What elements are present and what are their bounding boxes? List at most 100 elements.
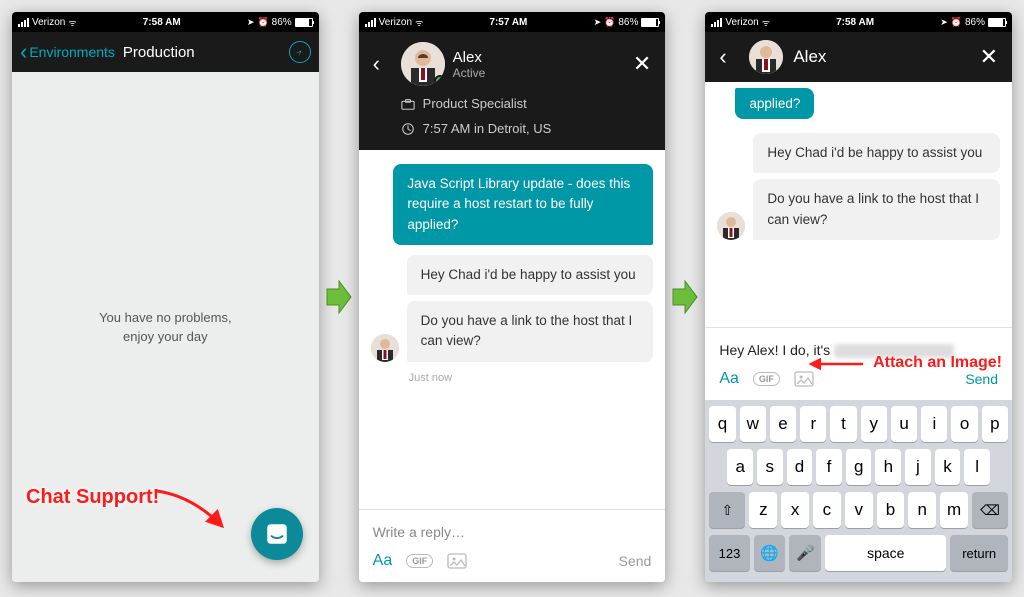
agent-avatar[interactable] <box>749 40 783 74</box>
key-x[interactable]: x <box>781 492 809 528</box>
key-j[interactable]: j <box>905 449 931 485</box>
key-s[interactable]: s <box>757 449 783 485</box>
agent-role: Product Specialist <box>423 96 527 111</box>
agent-status: Active <box>453 66 486 80</box>
phone-screen-chat: Verizon ᯤ 7:57 AM ➤ ⏰ 86% ‹ Alex Acti <box>359 12 666 582</box>
callout-arrow-icon <box>152 486 232 536</box>
key-b[interactable]: b <box>877 492 905 528</box>
carrier-label: Verizon <box>379 17 412 28</box>
key-i[interactable]: i <box>921 406 947 442</box>
send-button[interactable]: Send <box>965 371 998 387</box>
message-agent[interactable]: Do you have a link to the host that I ca… <box>407 301 654 362</box>
key-u[interactable]: u <box>891 406 917 442</box>
key-h[interactable]: h <box>875 449 901 485</box>
back-chevron-icon[interactable]: ‹ <box>719 44 739 70</box>
key-l[interactable]: l <box>964 449 990 485</box>
key-e[interactable]: e <box>770 406 796 442</box>
chat-thread: Hey Chad i'd be happy to assist you Do y… <box>705 129 1012 327</box>
agent-name: Alex <box>793 47 826 67</box>
key-w[interactable]: w <box>740 406 766 442</box>
key-f[interactable]: f <box>816 449 842 485</box>
wifi-icon: ᯤ <box>68 16 76 29</box>
agent-avatar[interactable] <box>401 42 445 86</box>
message-timestamp: Just now <box>371 372 654 384</box>
key-shift[interactable]: ⇧ <box>709 492 745 528</box>
key-p[interactable]: p <box>982 406 1008 442</box>
key-a[interactable]: a <box>727 449 753 485</box>
message-agent[interactable]: Hey Chad i'd be happy to assist you <box>407 255 654 295</box>
key-space[interactable]: space <box>825 535 946 571</box>
flow-arrow-icon <box>325 277 353 317</box>
key-v[interactable]: v <box>845 492 873 528</box>
phone-screen-environments: Verizon ᯤ 7:58 AM ➤ ⏰ 86% ‹ Environments… <box>12 12 319 582</box>
location-icon: ➤ <box>940 17 948 28</box>
signal-icon <box>711 18 722 27</box>
status-bar: Verizon ᯤ 7:57 AM ➤ ⏰ 86% <box>359 12 666 32</box>
key-q[interactable]: q <box>709 406 735 442</box>
status-bar: Verizon ᯤ 7:58 AM ➤ ⏰ 86% <box>12 12 319 32</box>
key-r[interactable]: r <box>800 406 826 442</box>
format-text-button[interactable]: Aa <box>719 370 739 388</box>
message-user-peek: applied? <box>735 88 814 119</box>
carrier-label: Verizon <box>725 17 758 28</box>
clock-icon <box>401 122 415 136</box>
key-mic[interactable]: 🎤 <box>789 535 821 571</box>
chat-thread: Java Script Library update - does this r… <box>359 150 666 509</box>
key-z[interactable]: z <box>749 492 777 528</box>
presence-dot-icon <box>434 75 445 86</box>
battery-percent: 86% <box>272 17 292 28</box>
key-t[interactable]: t <box>830 406 856 442</box>
intercom-icon <box>264 521 290 547</box>
flow-arrow-icon <box>671 277 699 317</box>
key-n[interactable]: n <box>908 492 936 528</box>
message-user[interactable]: Java Script Library update - does this r… <box>393 164 653 245</box>
page-title: Production <box>123 44 195 61</box>
chat-header-compact: ‹ Alex ✕ <box>705 32 1012 82</box>
gif-button[interactable]: GIF <box>753 372 780 386</box>
back-chevron-icon[interactable]: ‹ <box>373 51 393 77</box>
chat-header: ‹ Alex Active ✕ Product Specialist 7:57 … <box>359 32 666 150</box>
send-button[interactable]: Send <box>619 553 652 569</box>
agent-local-time: 7:57 AM in Detroit, US <box>423 121 552 136</box>
back-chevron-icon[interactable]: ‹ <box>20 39 27 65</box>
empty-state: You have no problems, enjoy your day Cha… <box>12 72 319 582</box>
message-agent[interactable]: Hey Chad i'd be happy to assist you <box>753 133 1000 173</box>
keyboard-row-2: asdfghjkl <box>709 449 1008 485</box>
callout-arrow-icon <box>805 352 865 376</box>
reply-input[interactable]: Write a reply… <box>359 510 666 546</box>
compass-icon[interactable] <box>289 41 311 63</box>
key-c[interactable]: c <box>813 492 841 528</box>
battery-icon <box>641 18 659 27</box>
key-g[interactable]: g <box>846 449 872 485</box>
message-peek: applied? <box>705 82 1012 129</box>
key-backspace[interactable]: ⌫ <box>972 492 1008 528</box>
attach-image-icon[interactable] <box>447 553 467 569</box>
callout-attach-image: Attach an Image! <box>873 354 1002 372</box>
key-globe[interactable]: 🌐 <box>754 535 786 571</box>
status-time: 7:58 AM <box>81 17 243 28</box>
phone-screen-reply: Verizon ᯤ 7:58 AM ➤ ⏰ 86% ‹ Alex ✕ appli… <box>705 12 1012 582</box>
key-return[interactable]: return <box>950 535 1008 571</box>
key-k[interactable]: k <box>935 449 961 485</box>
location-icon: ➤ <box>247 17 255 28</box>
signal-icon <box>365 18 376 27</box>
key-y[interactable]: y <box>861 406 887 442</box>
close-icon[interactable]: ✕ <box>633 51 651 77</box>
agent-avatar-mini <box>371 334 399 362</box>
key-123[interactable]: 123 <box>709 535 749 571</box>
alarm-icon: ⏰ <box>951 17 962 28</box>
alarm-icon: ⏰ <box>604 17 615 28</box>
battery-percent: 86% <box>965 17 985 28</box>
format-text-button[interactable]: Aa <box>373 552 393 570</box>
chat-support-fab[interactable] <box>251 508 303 560</box>
wifi-icon: ᯤ <box>762 16 770 29</box>
close-icon[interactable]: ✕ <box>980 44 998 70</box>
back-label[interactable]: Environments <box>29 44 115 60</box>
key-o[interactable]: o <box>951 406 977 442</box>
key-d[interactable]: d <box>787 449 813 485</box>
message-agent[interactable]: Do you have a link to the host that I ca… <box>753 179 1000 240</box>
gif-button[interactable]: GIF <box>406 554 433 568</box>
ios-keyboard: qwertyuiop asdfghjkl ⇧ zxcvbnm ⌫ 123 🌐 🎤… <box>705 400 1012 582</box>
nav-bar: ‹ Environments Production <box>12 32 319 72</box>
key-m[interactable]: m <box>940 492 968 528</box>
